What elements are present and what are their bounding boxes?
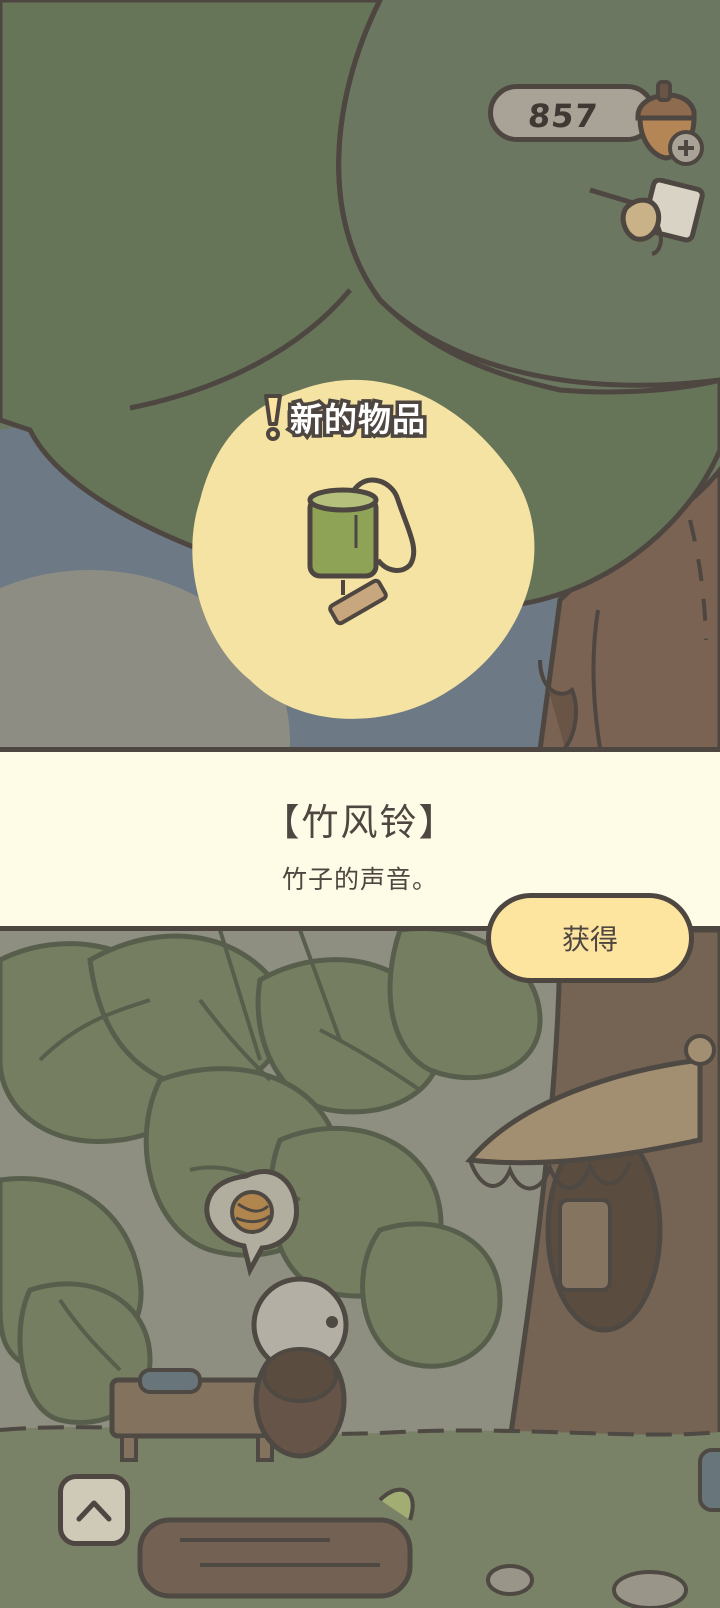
new-item-notification: 新的物品 (262, 392, 429, 443)
new-item-text: 新的物品 (287, 397, 429, 443)
item-name: 【竹风铃】 (262, 801, 458, 844)
acorn-plus-icon[interactable] (628, 72, 708, 168)
obtain-button[interactable]: 获得 (486, 893, 694, 983)
exclamation-icon (264, 394, 282, 441)
mail-letter-icon[interactable] (618, 178, 708, 260)
expand-button[interactable] (58, 1474, 130, 1546)
item-description: 竹子的声音。 (281, 865, 438, 894)
chevron-up-icon (76, 1500, 112, 1522)
acorn-count: 857 (526, 97, 600, 135)
